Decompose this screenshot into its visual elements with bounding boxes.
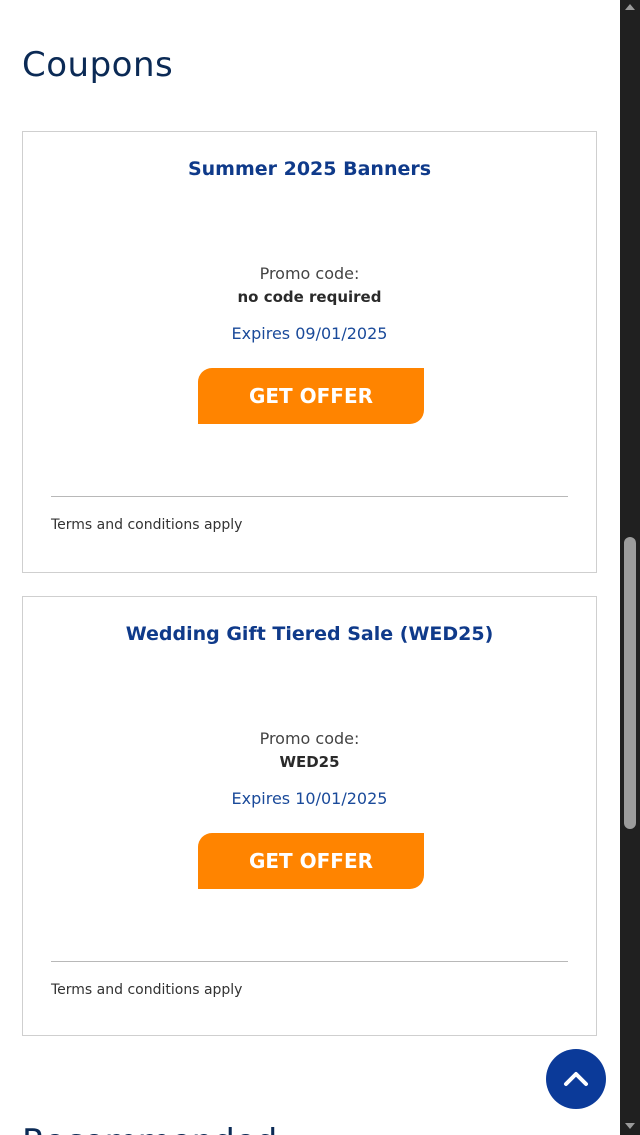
- promo-code-value: no code required: [237, 288, 382, 306]
- expiry-date: Expires 09/01/2025: [231, 324, 388, 343]
- promo-code-value: WED25: [279, 753, 340, 771]
- get-offer-button[interactable]: GET OFFER: [198, 833, 424, 889]
- terms-link[interactable]: Terms and conditions apply: [51, 982, 242, 998]
- coupon-title: Summer 2025 Banners: [187, 158, 432, 180]
- page-title: Coupons: [22, 45, 174, 85]
- promo-code-label: Promo code:: [259, 729, 360, 748]
- get-offer-button[interactable]: GET OFFER: [198, 368, 424, 424]
- promo-code-label: Promo code:: [259, 264, 360, 283]
- back-to-top-button[interactable]: [546, 1049, 606, 1109]
- expiry-date: Expires 10/01/2025: [231, 789, 388, 808]
- scroll-down-arrow-icon[interactable]: [625, 1123, 635, 1129]
- terms-link[interactable]: Terms and conditions apply: [51, 517, 242, 533]
- section-heading: Recommended: [22, 1122, 277, 1135]
- scroll-up-arrow-icon[interactable]: [625, 4, 635, 10]
- coupon-card: Summer 2025 Banners Promo code: no code …: [22, 131, 597, 573]
- scrollbar[interactable]: [620, 0, 640, 1135]
- coupon-card: Wedding Gift Tiered Sale (WED25) Promo c…: [22, 596, 597, 1036]
- divider: [51, 496, 568, 497]
- chevron-up-icon: [564, 1072, 588, 1086]
- scrollbar-thumb[interactable]: [624, 537, 636, 829]
- page: Coupons Summer 2025 Banners Promo code: …: [0, 0, 640, 1135]
- coupon-title: Wedding Gift Tiered Sale (WED25): [125, 623, 494, 645]
- divider: [51, 961, 568, 962]
